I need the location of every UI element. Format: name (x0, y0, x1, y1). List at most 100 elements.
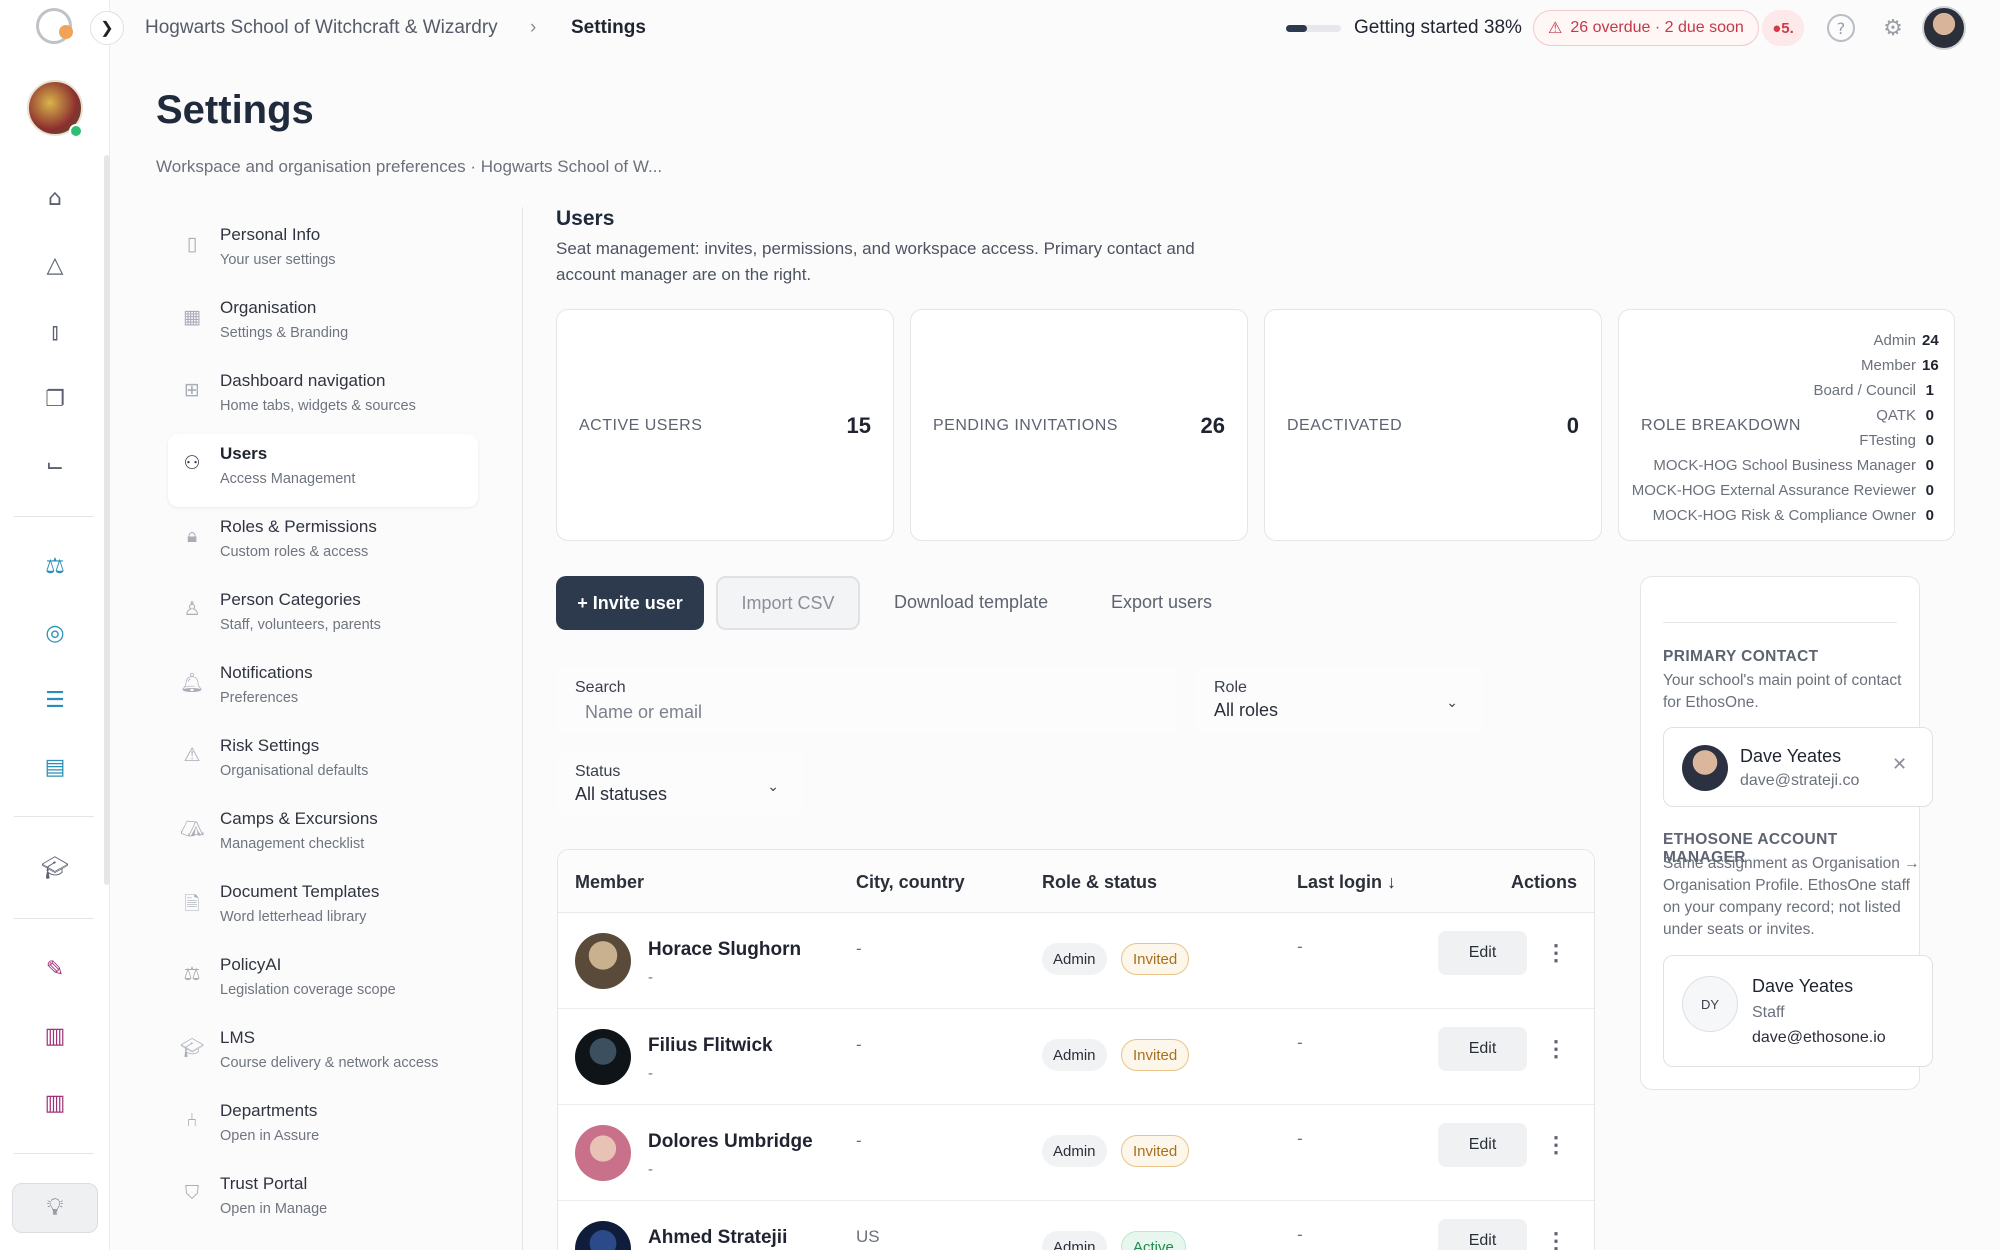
help-icon[interactable]: ? (1827, 14, 1855, 42)
role-badge: Admin (1042, 943, 1107, 975)
nav-item-subtitle: Open in Assure (220, 1128, 320, 1144)
settings-nav-item-lms[interactable]: 🎓︎ LMS Course delivery & network access (168, 1018, 478, 1091)
settings-nav-item-notifications[interactable]: 🔔︎ Notifications Preferences (168, 653, 478, 726)
settings-nav-item-roles-permissions[interactable]: 🔒︎ Roles & Permissions Custom roles & acce… (168, 507, 478, 580)
edit-button[interactable]: Edit (1438, 1027, 1527, 1071)
role-badge: Admin (1042, 1039, 1107, 1071)
more-options-icon[interactable]: ⋮ (1545, 937, 1567, 969)
primary-contact-avatar (1682, 745, 1728, 791)
triangle-icon[interactable]: △ (38, 248, 72, 282)
bell-icon: 🔔︎ (180, 672, 205, 694)
nav-item-subtitle: Word letterhead library (220, 909, 367, 925)
copy-check-icon[interactable]: ❐ (38, 382, 72, 416)
last-login: - (1297, 1225, 1303, 1244)
last-login: - (1297, 937, 1303, 956)
edit-button[interactable]: Edit (1438, 1219, 1527, 1250)
nav-item-subtitle: Legislation coverage scope (220, 982, 396, 998)
account-manager-initials: DY (1682, 976, 1738, 1032)
settings-nav-item-personal-info[interactable]: ▯ Personal Info Your user settings (168, 215, 478, 288)
search-input[interactable]: Name or email (585, 702, 702, 723)
search-field[interactable]: Search Name or email (557, 667, 1177, 733)
settings-nav-item-departments[interactable]: ⑃ Departments Open in Assure (168, 1091, 478, 1164)
person-icon: ♙ (183, 598, 201, 620)
library-icon[interactable]: ▥ (38, 1019, 72, 1053)
col-member[interactable]: Member (575, 872, 644, 893)
status-badge: Invited (1121, 1039, 1190, 1071)
app-logo-icon[interactable] (36, 8, 73, 44)
warning-icon: ⚠ (1548, 20, 1563, 37)
col-last-login[interactable]: Last login ↓ (1297, 872, 1396, 893)
settings-nav-item-person-categories[interactable]: ♙ Person Categories Staff, volunteers, par… (168, 580, 478, 653)
user-avatar[interactable] (1922, 6, 1966, 50)
library-icon[interactable]: ▥ (38, 1086, 72, 1120)
tent-icon: ⛺︎ (180, 818, 205, 840)
settings-nav-item-policyai[interactable]: ⚖ PolicyAI Legislation coverage scope (168, 945, 478, 1018)
role-name: FTesting (1859, 432, 1916, 449)
member-avatar (575, 933, 631, 989)
nav-item-label: Dashboard navigation (220, 371, 386, 390)
role-filter-select[interactable]: Role All roles ⌄ (1196, 667, 1482, 733)
scales-icon[interactable]: ⚖ (38, 549, 72, 583)
pen-icon[interactable]: ✎ (38, 952, 72, 986)
edit-button[interactable]: Edit (1438, 1123, 1527, 1167)
breadcrumb-current: Settings (571, 17, 646, 38)
more-options-icon[interactable]: ⋮ (1545, 1225, 1567, 1250)
graduation-cap-icon[interactable]: 🎓︎ (38, 851, 72, 885)
download-template-button[interactable]: Download template (894, 592, 1048, 613)
clipboard-icon[interactable]: ▤ (38, 750, 72, 784)
more-options-icon[interactable]: ⋮ (1545, 1129, 1567, 1161)
page-title: Settings (156, 88, 314, 132)
line-chart-icon[interactable]: ⌙ (38, 448, 72, 482)
lightbulb-button[interactable]: 💡︎ (12, 1183, 98, 1233)
page-subtitle: Workspace and organisation preferences ·… (156, 157, 663, 176)
status-filter-select[interactable]: Status All statuses ⌄ (557, 751, 803, 817)
gear-icon[interactable]: ⚙ (1879, 14, 1907, 42)
settings-nav-item-risk-settings[interactable]: ⚠ Risk Settings Organisational defaults (168, 726, 478, 799)
expand-sidebar-button[interactable]: ❯ (90, 11, 124, 45)
settings-nav-item-camps-excursions[interactable]: ⛺︎ Camps & Excursions Management checklist (168, 799, 478, 872)
invite-user-button[interactable]: + Invite user (556, 576, 704, 630)
user-card-icon: ▯ (186, 233, 198, 255)
document-icon: 🗎 (184, 893, 200, 915)
member-name[interactable]: Dolores Umbridge (648, 1131, 813, 1153)
edit-button[interactable]: Edit (1438, 931, 1527, 975)
getting-started-text[interactable]: Getting started 38% (1354, 17, 1522, 39)
more-options-icon[interactable]: ⋮ (1545, 1033, 1567, 1065)
member-avatar (575, 1029, 631, 1085)
member-name[interactable]: Horace Slughorn (648, 939, 801, 961)
settings-nav-item-trust-portal[interactable]: ⛉ Trust Portal Open in Manage (168, 1164, 478, 1237)
col-role-status[interactable]: Role & status (1042, 872, 1157, 893)
overdue-alert-pill[interactable]: ⚠ 26 overdue · 2 due soon (1533, 10, 1759, 46)
settings-nav-item-document-templates[interactable]: 🗎 Document Templates Word letterhead libra… (168, 872, 478, 945)
col-city[interactable]: City, country (856, 872, 965, 893)
nav-item-label: Users (220, 444, 268, 463)
nav-item-subtitle: Home tabs, widgets & sources (220, 398, 416, 414)
getting-started-progress[interactable] (1286, 25, 1341, 32)
stat-card-deactivated: DEACTIVATED 0 (1264, 309, 1602, 541)
role-breakdown-row: MOCK-HOG School Business Manager 0 (1632, 453, 1934, 478)
bar-chart-icon[interactable]: ⫾ (38, 315, 72, 349)
close-icon[interactable]: ✕ (1892, 754, 1907, 775)
import-csv-button[interactable]: Import CSV (716, 576, 860, 630)
role-badge: Admin (1042, 1135, 1107, 1167)
settings-nav-item-organisation[interactable]: ▦ Organisation Settings & Branding (168, 288, 478, 361)
rail-scrollbar[interactable] (104, 155, 110, 885)
breadcrumb-org[interactable]: Hogwarts School of Witchcraft & Wizardry (145, 17, 498, 39)
checklist-icon[interactable]: ☰ (38, 683, 72, 717)
nav-item-label: Camps & Excursions (220, 809, 378, 828)
users-table: Member City, country Role & status Last … (557, 849, 1595, 1250)
stat-value: 15 (846, 413, 871, 438)
primary-contact-card[interactable]: Dave Yeates dave@strateji.co ✕ (1663, 727, 1933, 807)
settings-nav-item-users[interactable]: ⚇ Users Access Management (168, 434, 478, 507)
member-name[interactable]: Ahmed Stratejii (648, 1227, 787, 1249)
settings-nav-item-dashboard-navigation[interactable]: ⊞ Dashboard navigation Home tabs, widgets … (168, 361, 478, 434)
member-name[interactable]: Filius Flitwick (648, 1035, 773, 1057)
last-login: - (1297, 1033, 1303, 1052)
notification-badge[interactable]: ● 5. (1762, 10, 1804, 46)
rail-divider (14, 516, 94, 517)
check-circle-icon[interactable]: ◎ (38, 616, 72, 650)
export-users-button[interactable]: Export users (1111, 592, 1212, 613)
nav-item-label: Departments (220, 1101, 318, 1120)
home-icon[interactable]: ⌂ (38, 181, 72, 215)
primary-contact-heading: PRIMARY CONTACT (1663, 648, 1819, 665)
